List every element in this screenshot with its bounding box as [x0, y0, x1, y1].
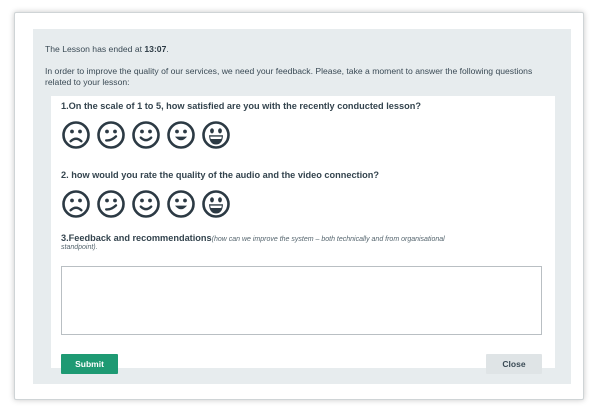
- question-3-hint-continued: standpoint).: [61, 244, 98, 251]
- lesson-ended-suffix: .: [166, 44, 169, 54]
- grinning-face-icon[interactable]: [201, 189, 231, 219]
- smiling-face-icon[interactable]: [166, 189, 196, 219]
- lesson-rating-group: [61, 120, 231, 150]
- feedback-textarea[interactable]: [61, 266, 542, 335]
- lesson-ended-time: 13:07: [144, 44, 167, 54]
- slightly-smiling-face-icon[interactable]: [131, 120, 161, 150]
- question-3-hint: (how can we improve the system – both te…: [211, 236, 445, 243]
- lesson-ended-message: The Lesson has ended at 13:07.: [45, 44, 169, 55]
- smiling-face-icon[interactable]: [166, 120, 196, 150]
- slightly-smiling-face-icon[interactable]: [131, 189, 161, 219]
- question-1-label: 1.On the scale of 1 to 5, how satisfied …: [61, 101, 421, 111]
- lesson-ended-prefix: The Lesson has ended at: [45, 44, 145, 54]
- feedback-dialog: The Lesson has ended at 13:07. In order …: [14, 12, 584, 400]
- feedback-panel: The Lesson has ended at 13:07. In order …: [33, 29, 571, 384]
- question-3-label: 3.Feedback and recommendations(how can w…: [61, 233, 445, 251]
- confused-face-icon[interactable]: [96, 120, 126, 150]
- question-2-label: 2. how would you rate the quality of the…: [61, 170, 380, 180]
- questions-card: 1.On the scale of 1 to 5, how satisfied …: [51, 96, 555, 374]
- question-3-title: 3.Feedback and recommendations: [61, 233, 212, 243]
- grinning-face-icon[interactable]: [201, 120, 231, 150]
- submit-button[interactable]: Submit: [61, 354, 118, 374]
- intro-text: In order to improve the quality of our s…: [45, 66, 533, 87]
- confused-face-icon[interactable]: [96, 189, 126, 219]
- frowning-face-icon[interactable]: [61, 189, 91, 219]
- connection-rating-group: [61, 189, 231, 219]
- close-button[interactable]: Close: [486, 354, 542, 374]
- frowning-face-icon[interactable]: [61, 120, 91, 150]
